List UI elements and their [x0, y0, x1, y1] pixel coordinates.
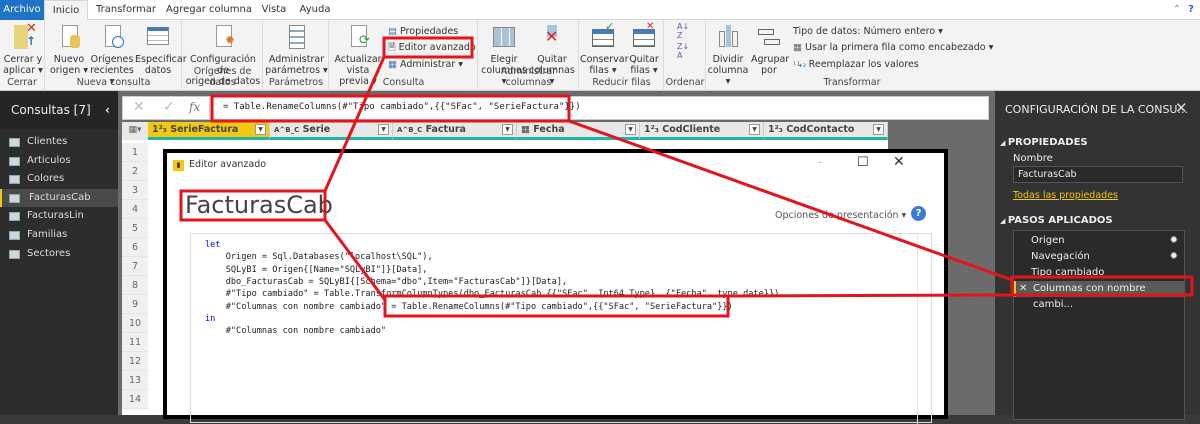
- annotation-line: [727, 293, 1013, 298]
- annotation-line: [323, 56, 386, 192]
- annotation-box-step: [1010, 275, 1194, 297]
- annotation-box-formula: [210, 94, 571, 123]
- annotation-line: [568, 119, 1013, 282]
- annotation-box-query-name: [179, 189, 327, 222]
- annotation-box-code-line: [383, 294, 730, 318]
- annotation-overlay: [179, 36, 1194, 318]
- annotation-box-editor-button: [382, 36, 474, 59]
- annotation-line: [323, 219, 387, 301]
